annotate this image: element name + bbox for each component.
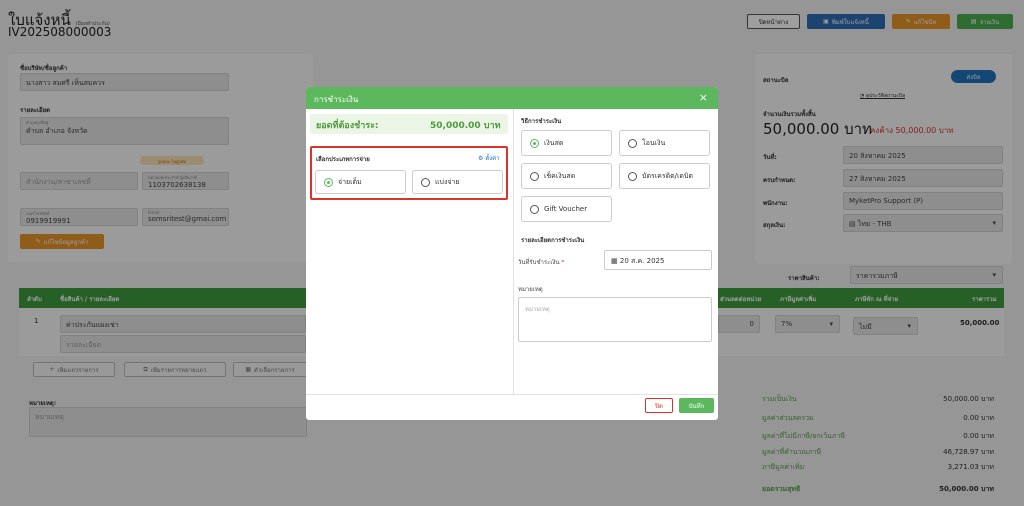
payment-detail-label: รายละเอียดการชำระเงิน (521, 237, 585, 244)
date-label: วันที่รับชำระเงิน * (518, 259, 565, 266)
method-gift-voucher[interactable]: Gift Voucher (521, 196, 612, 222)
radio-icon (421, 177, 430, 187)
modal-title: การชำระเงิน (314, 95, 359, 104)
settings-link[interactable]: ⚙ ตั้งค่า (478, 153, 500, 163)
pay-type-label: เลือกประเภทการจ่าย (316, 156, 370, 163)
radio-icon (530, 171, 539, 181)
method-card[interactable]: บัตรเครดิต/เดบิต (619, 163, 710, 189)
radio-icon (628, 138, 637, 148)
modal-note-label: หมายเหตุ (518, 286, 543, 293)
radio-icon (324, 177, 333, 187)
method-label: วิธีการชำระเงิน (521, 118, 562, 125)
payment-modal: การชำระเงิน × ยอดที่ต้องชำระ: 50,000.00 … (306, 87, 718, 420)
footer-divider (306, 394, 718, 395)
pay-type-full[interactable]: จ่ายเต็ม (315, 170, 406, 194)
due-amount: 50,000.00 บาท (430, 121, 501, 131)
modal-note-field[interactable]: หมายเหตุ (518, 297, 712, 342)
method-cheque[interactable]: เช็คเงินสด (521, 163, 612, 189)
gear-icon: ⚙ (478, 155, 484, 162)
method-transfer[interactable]: โอนเงิน (619, 130, 710, 156)
close-icon[interactable]: × (699, 91, 708, 104)
save-button[interactable]: บันทึก (679, 398, 714, 413)
calendar-icon: ▦ (611, 257, 618, 265)
pay-type-installment[interactable]: แบ่งจ่าย (412, 170, 503, 194)
modal-header: การชำระเงิน (306, 87, 718, 109)
method-cash[interactable]: เงินสด (521, 130, 612, 156)
divider (513, 109, 514, 394)
due-label: ยอดที่ต้องชำระ: (316, 121, 379, 131)
cancel-button[interactable]: ปิด (645, 398, 673, 413)
radio-icon (628, 171, 637, 181)
radio-icon (530, 138, 539, 148)
date-input[interactable]: ▦ 20 ส.ค. 2025 (604, 250, 712, 270)
radio-icon (530, 204, 539, 214)
